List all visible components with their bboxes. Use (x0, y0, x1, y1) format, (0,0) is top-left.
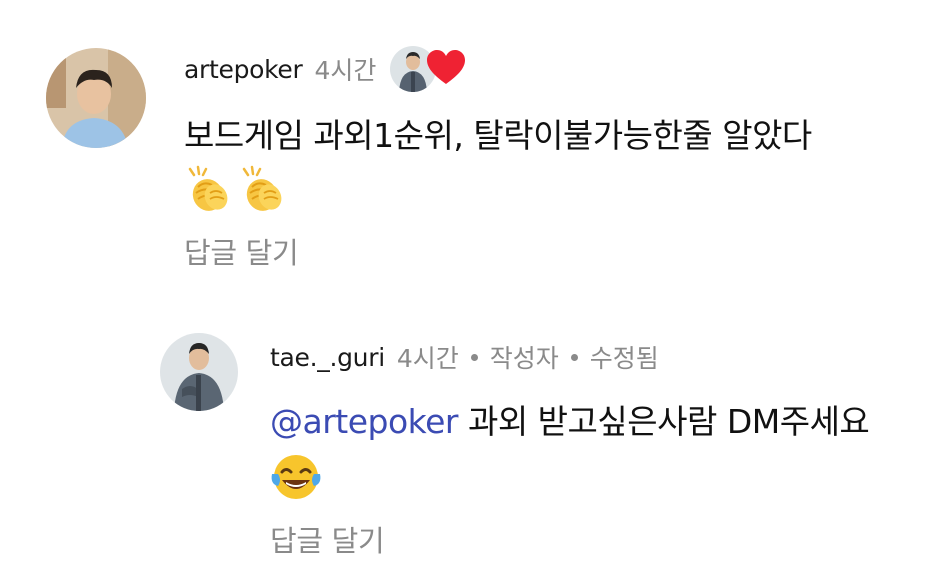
comment-username[interactable]: artepoker (184, 55, 303, 84)
comment-meta: artepoker 4시간 (184, 44, 468, 94)
clapping-hands-icon (242, 165, 282, 211)
comment-emojis (184, 165, 286, 213)
comment-text: 보드게임 과외1순위, 탈락이불가능한줄 알았다 (184, 116, 812, 155)
reply-username[interactable]: tae._.guri (270, 343, 385, 372)
mention-link[interactable]: @artepoker (270, 402, 458, 441)
reply-text: @artepoker 과외 받고싶은사람 DM주세요 (270, 398, 930, 446)
reply-emojis (270, 452, 322, 502)
author-liked-badge (390, 44, 468, 94)
avatar-tae-guri[interactable] (160, 333, 238, 411)
author-tag: 작성자 (489, 344, 559, 373)
heart-icon (427, 50, 466, 84)
comment-time: 4시간 (314, 56, 377, 85)
reply-time: 4시간 (396, 344, 459, 373)
reply-meta: tae._.guri 4시간 작성자 수정됨 (270, 332, 659, 382)
reply-message: 과외 받고싶은사람 DM주세요 (457, 402, 870, 441)
avatar-artepoker[interactable] (46, 48, 146, 148)
avatar-photo-icon (160, 333, 238, 411)
separator-dot-icon (470, 353, 478, 361)
face-with-tears-of-joy-icon (271, 455, 321, 499)
separator-dot-icon (570, 353, 578, 361)
clapping-hands-icon (188, 165, 228, 211)
reply-reply-button[interactable]: 답글 달기 (270, 518, 385, 560)
comment-reply-button[interactable]: 답글 달기 (184, 230, 299, 272)
comment-thread: artepoker 4시간 보드게임 과외1순위, 탈락이불가능한줄 알았다 답… (0, 0, 951, 585)
avatar-photo-icon (46, 48, 146, 148)
edited-tag: 수정됨 (589, 344, 659, 373)
